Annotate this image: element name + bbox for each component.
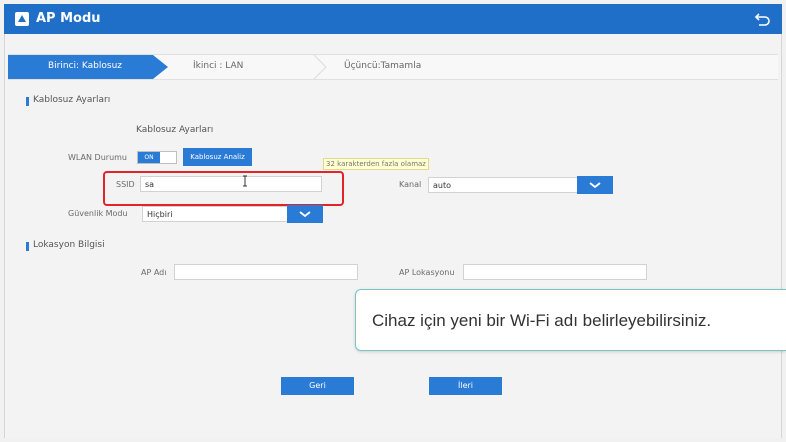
step-separator-icon (313, 55, 327, 79)
ap-name-label: AP Adı (141, 268, 167, 277)
window-title: AP Modu (36, 11, 101, 26)
security-mode-select[interactable]: Hiçbiri (142, 206, 288, 222)
wireless-analyze-button[interactable]: Kablosuz Analiz (183, 148, 252, 166)
instruction-tooltip: Cihaz için yeni bir Wi-Fi adı belirleyeb… (355, 289, 786, 351)
next-button[interactable]: İleri (429, 377, 502, 395)
ap-name-input[interactable] (174, 264, 358, 280)
ssid-highlight-box (103, 171, 344, 206)
wizard-steps: Birinci: Kablosuz İkinci : LAN Üçüncü:Ta… (8, 54, 778, 80)
ap-location-input[interactable] (463, 264, 647, 280)
wlan-status-label: WLAN Durumu (68, 153, 128, 162)
title-bar: AP Modu (4, 4, 782, 34)
step-1-label[interactable]: Birinci: Kablosuz (48, 61, 122, 71)
wlan-toggle[interactable]: ON (137, 151, 177, 164)
content-panel (4, 34, 782, 438)
app-logo-icon (15, 12, 29, 26)
ssid-hint: 32 karakterden fazla olamaz (323, 158, 429, 170)
chevron-down-icon (299, 211, 311, 218)
wlan-toggle-on: ON (138, 152, 160, 163)
wireless-section-title: Kablosuz Ayarları (33, 95, 111, 105)
ap-location-label: AP Lokasyonu (399, 268, 455, 277)
tooltip-text: Cihaz için yeni bir Wi-Fi adı belirleyeb… (372, 311, 712, 330)
security-dropdown-button[interactable] (287, 205, 323, 223)
step-3-label[interactable]: Üçüncü:Tamamla (344, 61, 421, 71)
wireless-subtitle: Kablosuz Ayarları (136, 125, 214, 135)
section-marker (26, 242, 29, 251)
step-2-label[interactable]: İkinci : LAN (193, 61, 243, 71)
section-marker (26, 97, 29, 106)
channel-dropdown-button[interactable] (577, 176, 613, 194)
location-section-title: Lokasyon Bilgisi (33, 240, 105, 250)
back-button[interactable]: Geri (281, 377, 354, 395)
channel-select[interactable]: auto (428, 177, 578, 193)
undo-arrow-icon[interactable] (754, 10, 772, 28)
channel-label: Kanal (399, 180, 422, 189)
chevron-down-icon (589, 182, 601, 189)
security-mode-label: Güvenlik Modu (68, 209, 128, 218)
